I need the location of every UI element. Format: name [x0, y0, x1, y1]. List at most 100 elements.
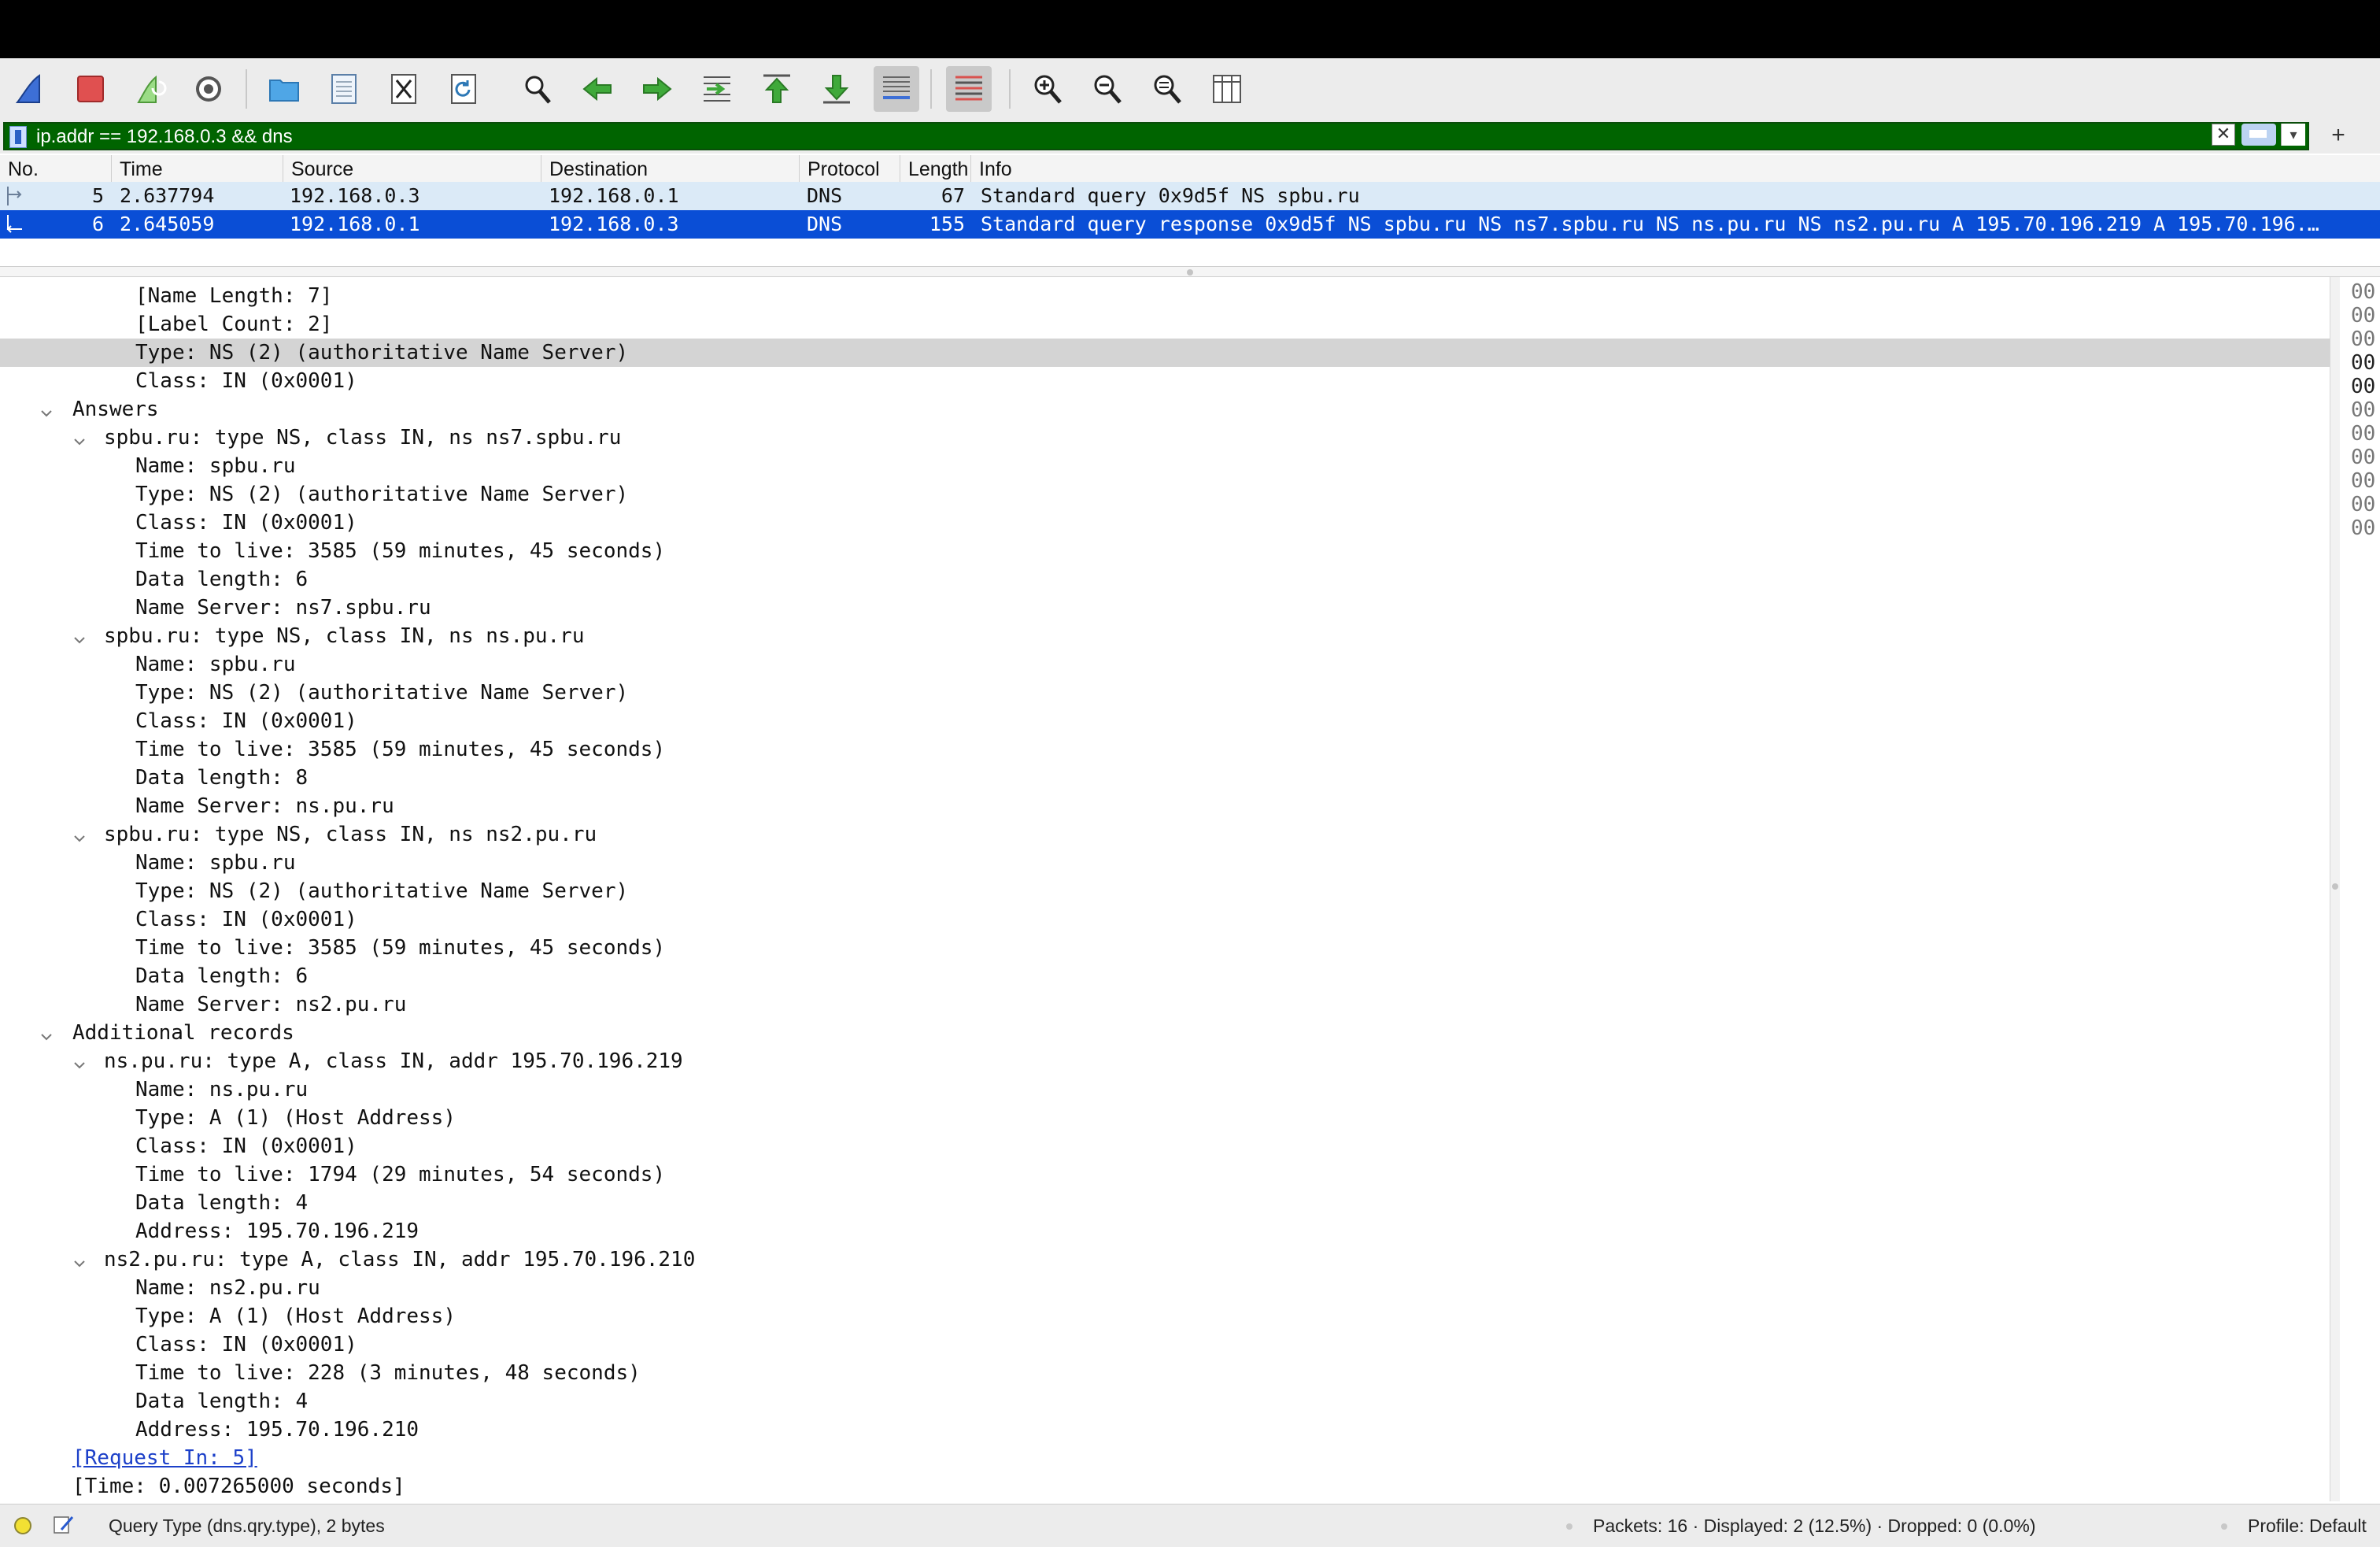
go-back-icon[interactable]: [575, 66, 620, 112]
pane-splitter-horizontal[interactable]: [0, 266, 2380, 277]
chevron-down-icon[interactable]: [72, 627, 87, 644]
tree-field[interactable]: Data length: 4: [0, 1387, 2330, 1416]
normal-size-icon[interactable]: [1144, 66, 1190, 112]
tree-node[interactable]: spbu.ru: type NS, class IN, ns ns.pu.ru: [0, 622, 2330, 650]
zoom-out-icon[interactable]: [1085, 66, 1130, 112]
open-file-icon[interactable]: [261, 66, 307, 112]
add-filter-button[interactable]: +: [2326, 122, 2350, 149]
tree-field[interactable]: Class: IN (0x0001): [0, 367, 2330, 395]
tree-field[interactable]: Type: NS (2) (authoritative Name Server): [0, 339, 2330, 367]
tree-field[interactable]: Name: ns2.pu.ru: [0, 1274, 2330, 1302]
splitter-handle[interactable]: [1187, 269, 1193, 276]
tree-field[interactable]: Type: NS (2) (authoritative Name Server): [0, 679, 2330, 707]
request-in-link[interactable]: [Request In: 5]: [72, 1444, 257, 1472]
tree-field[interactable]: Class: IN (0x0001): [0, 1330, 2330, 1359]
tree-field[interactable]: Name Server: ns2.pu.ru: [0, 990, 2330, 1019]
recent-filters-chevron-icon[interactable]: ▾: [2281, 124, 2305, 146]
tree-field[interactable]: Time to live: 3585 (59 minutes, 45 secon…: [0, 934, 2330, 962]
tree-field[interactable]: Type: NS (2) (authoritative Name Server): [0, 877, 2330, 905]
hex-byte[interactable]: 00: [2351, 304, 2375, 328]
capture-comment-icon[interactable]: [52, 1514, 76, 1536]
tree-field[interactable]: Address: 195.70.196.219: [0, 1217, 2330, 1245]
restart-capture-icon[interactable]: [128, 66, 173, 112]
status-profile[interactable]: Profile: Default: [2248, 1504, 2367, 1547]
resize-columns-icon[interactable]: [1204, 66, 1250, 112]
column-header-info[interactable]: Info: [971, 155, 2380, 182]
tree-field[interactable]: Data length: 6: [0, 565, 2330, 594]
tree-field[interactable]: [Name Length: 7]: [0, 282, 2330, 310]
column-header-protocol[interactable]: Protocol: [800, 155, 900, 182]
hex-byte[interactable]: 00: [2351, 328, 2375, 351]
tree-field[interactable]: [Time: 0.007265000 seconds]: [0, 1472, 2330, 1501]
capture-options-icon[interactable]: [186, 66, 231, 112]
chevron-down-icon[interactable]: [39, 400, 54, 417]
tree-field[interactable]: Data length: 6: [0, 962, 2330, 990]
stop-icon[interactable]: [68, 66, 113, 112]
apply-filter-icon[interactable]: [2241, 124, 2276, 146]
tree-field[interactable]: Name: spbu.ru: [0, 452, 2330, 480]
tree-node[interactable]: Answers: [0, 395, 2330, 424]
column-header-time[interactable]: Time: [112, 155, 283, 182]
pane-splitter-vertical[interactable]: [2330, 277, 2341, 1501]
tree-field[interactable]: Name: spbu.ru: [0, 849, 2330, 877]
chevron-down-icon[interactable]: [72, 1052, 87, 1069]
filter-bookmark-icon[interactable]: [9, 126, 27, 148]
tree-field[interactable]: Class: IN (0x0001): [0, 905, 2330, 934]
save-file-icon[interactable]: [321, 66, 367, 112]
shark-fin-icon[interactable]: [8, 66, 54, 112]
tree-field[interactable]: Type: A (1) (Host Address): [0, 1302, 2330, 1330]
tree-field[interactable]: Time to live: 1794 (29 minutes, 54 secon…: [0, 1160, 2330, 1189]
colorize-icon[interactable]: [946, 66, 992, 112]
tree-node[interactable]: Additional records: [0, 1019, 2330, 1047]
tree-field[interactable]: [Request In: 5]: [0, 1444, 2330, 1472]
chevron-down-icon[interactable]: [72, 825, 87, 842]
chevron-down-icon[interactable]: [39, 1023, 54, 1041]
hex-byte[interactable]: 00: [2351, 375, 2375, 398]
tree-field[interactable]: Time to live: 3585 (59 minutes, 45 secon…: [0, 537, 2330, 565]
hex-byte[interactable]: 00: [2351, 516, 2375, 540]
tree-field[interactable]: Time to live: 228 (3 minutes, 48 seconds…: [0, 1359, 2330, 1387]
packet-row-selected[interactable]: 6 2.645059 192.168.0.1 192.168.0.3 DNS 1…: [0, 210, 2380, 239]
column-header-destination[interactable]: Destination: [541, 155, 800, 182]
hex-byte[interactable]: 00: [2351, 446, 2375, 469]
tree-field[interactable]: Class: IN (0x0001): [0, 1132, 2330, 1160]
hex-byte[interactable]: 00: [2351, 398, 2375, 422]
tree-node[interactable]: ns.pu.ru: type A, class IN, addr 195.70.…: [0, 1047, 2330, 1075]
reload-icon[interactable]: [441, 66, 486, 112]
hex-byte[interactable]: 00: [2351, 422, 2375, 446]
column-header-source[interactable]: Source: [283, 155, 541, 182]
hex-byte[interactable]: 00: [2351, 469, 2375, 493]
hex-byte[interactable]: 00: [2351, 351, 2375, 375]
tree-field[interactable]: Class: IN (0x0001): [0, 509, 2330, 537]
last-packet-icon[interactable]: [814, 66, 859, 112]
expert-info-indicator-icon[interactable]: [14, 1517, 31, 1534]
filter-text[interactable]: ip.addr == 192.168.0.3 && dns: [36, 125, 293, 149]
tree-field[interactable]: Class: IN (0x0001): [0, 707, 2330, 735]
tree-field[interactable]: Name Server: ns7.spbu.ru: [0, 594, 2330, 622]
tree-field[interactable]: Type: A (1) (Host Address): [0, 1104, 2330, 1132]
first-packet-icon[interactable]: [754, 66, 800, 112]
packet-row[interactable]: 5 2.637794 192.168.0.3 192.168.0.1 DNS 6…: [0, 182, 2380, 210]
tree-field[interactable]: Address: 195.70.196.210: [0, 1416, 2330, 1444]
tree-field[interactable]: Data length: 8: [0, 764, 2330, 792]
close-file-icon[interactable]: [381, 66, 427, 112]
zoom-in-icon[interactable]: [1025, 66, 1070, 112]
go-to-packet-icon[interactable]: [694, 66, 740, 112]
clear-filter-icon[interactable]: ✕: [2212, 124, 2235, 146]
splitter-handle[interactable]: [2332, 883, 2338, 890]
hex-byte[interactable]: 00: [2351, 280, 2375, 304]
tree-field[interactable]: Name Server: ns.pu.ru: [0, 792, 2330, 820]
tree-node[interactable]: ns2.pu.ru: type A, class IN, addr 195.70…: [0, 1245, 2330, 1274]
tree-field[interactable]: [Label Count: 2]: [0, 310, 2330, 339]
tree-node[interactable]: spbu.ru: type NS, class IN, ns ns7.spbu.…: [0, 424, 2330, 452]
find-icon[interactable]: [515, 66, 560, 112]
column-header-no[interactable]: No.: [0, 155, 112, 182]
column-header-length[interactable]: Length: [900, 155, 971, 182]
chevron-down-icon[interactable]: [72, 428, 87, 446]
tree-field[interactable]: Name: ns.pu.ru: [0, 1075, 2330, 1104]
auto-scroll-icon[interactable]: [874, 66, 919, 112]
go-forward-icon[interactable]: [634, 66, 680, 112]
tree-field[interactable]: Time to live: 3585 (59 minutes, 45 secon…: [0, 735, 2330, 764]
tree-field[interactable]: Data length: 4: [0, 1189, 2330, 1217]
chevron-down-icon[interactable]: [72, 1250, 87, 1268]
